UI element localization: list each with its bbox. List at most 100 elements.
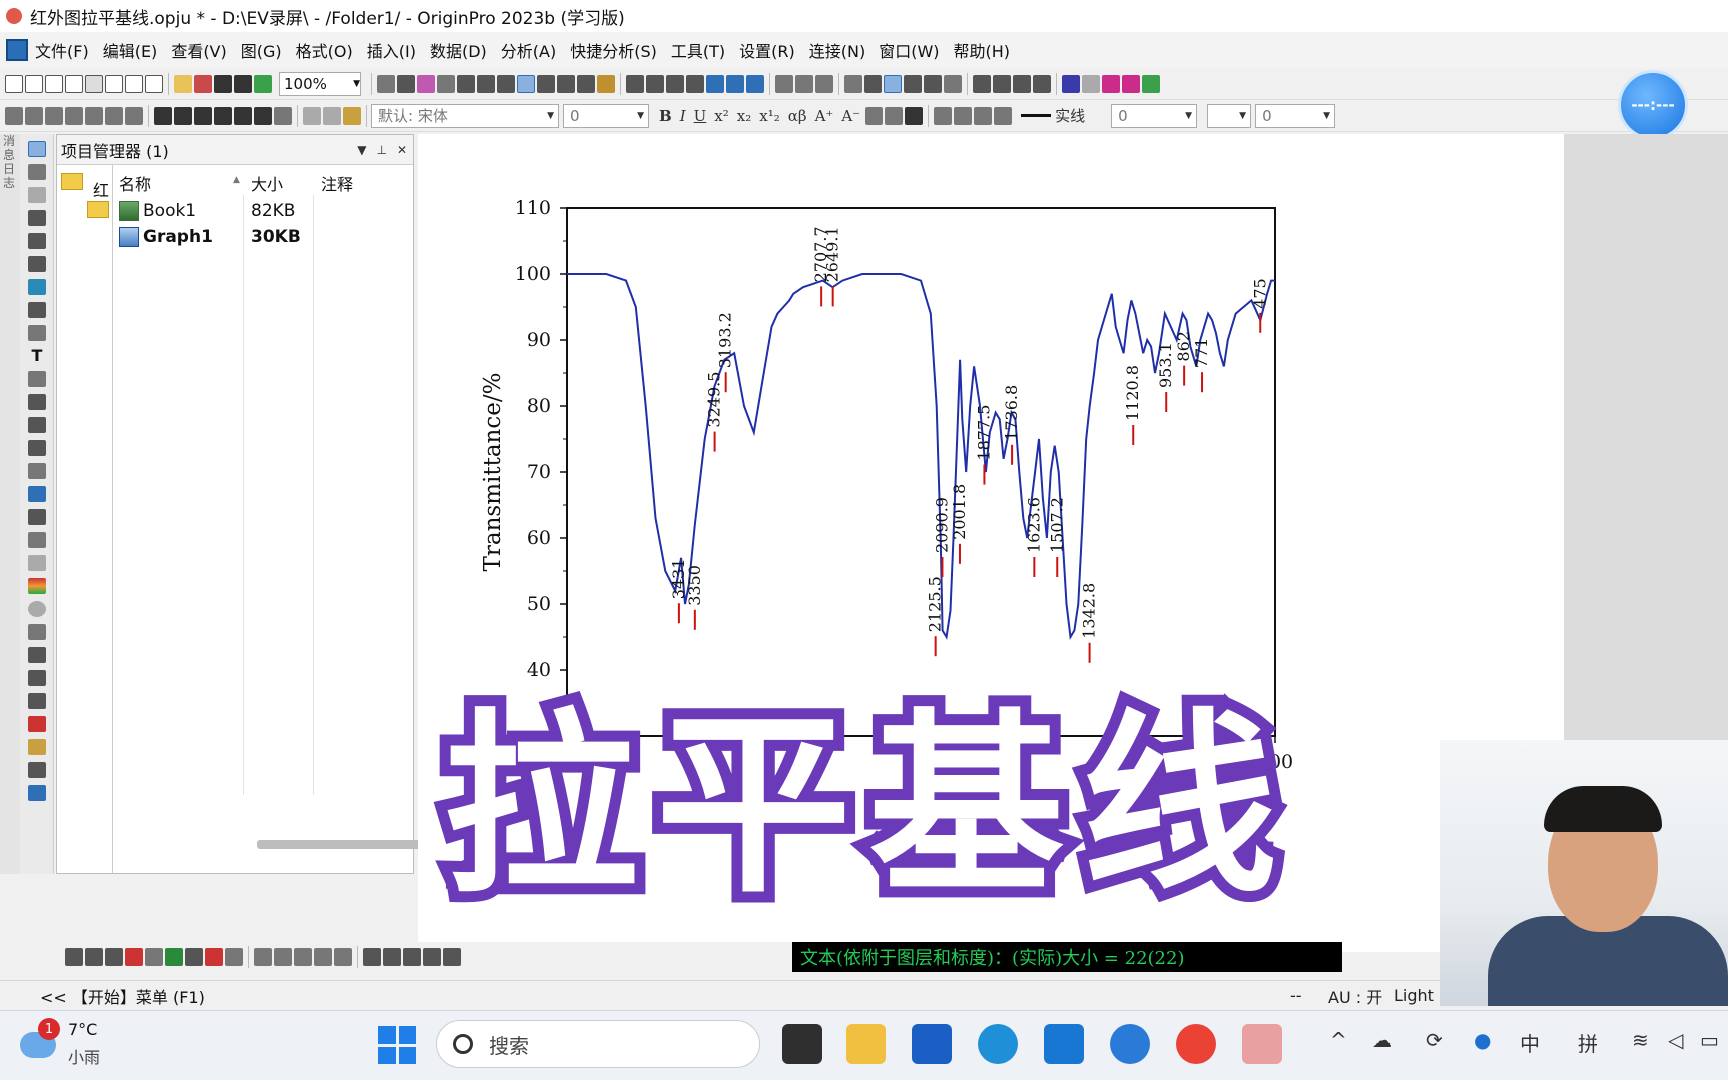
layer-contents-icon[interactable] [214,106,232,125]
menu-analysis[interactable]: 分析(A) [494,38,563,62]
surface-icon[interactable] [225,948,243,966]
math-tool-icon[interactable] [28,785,46,801]
duplicate-icon[interactable] [417,74,435,93]
wifi-icon[interactable]: ≋ [1632,1028,1649,1052]
screen-reader-icon[interactable] [28,233,46,249]
microphone-icon[interactable]: ● [1474,1028,1491,1052]
smart-hint-icon[interactable] [577,74,595,93]
menu-quick-analysis[interactable]: 快捷分析(S) [563,38,664,62]
line-plot-icon[interactable] [65,948,83,966]
cut-icon[interactable] [303,106,321,125]
set-column-values-icon[interactable] [666,74,684,93]
subfolder-icon[interactable] [87,201,109,218]
reapply-filter-icon[interactable] [815,74,833,93]
set-as-z-icon[interactable] [904,74,922,93]
area-plot-icon[interactable] [165,948,183,966]
annotation-icon[interactable] [28,371,46,387]
unmerge-icon[interactable] [1122,74,1140,93]
ime-language[interactable]: 中 [1520,1028,1540,1057]
quick-help-icon[interactable] [537,74,555,93]
lock-icon[interactable] [105,106,123,125]
column-chart-icon[interactable] [726,74,744,93]
results-log-icon[interactable] [457,74,475,93]
new-workbook-icon[interactable] [45,74,63,93]
tick-icon[interactable] [423,948,441,966]
menu-edit[interactable]: 编辑(E) [96,38,165,62]
template-icon[interactable] [254,948,272,966]
new-graph-icon[interactable] [65,74,83,93]
window-menu-icon[interactable] [6,39,28,61]
menu-window[interactable]: 窗口(W) [872,38,946,62]
command-window-icon[interactable] [477,74,495,93]
group-icon[interactable] [234,106,252,125]
axis-icon[interactable] [403,948,421,966]
font-color-icon[interactable] [905,106,924,125]
grid-icon[interactable] [294,948,312,966]
subscript-icon[interactable]: x₂ [737,107,751,125]
file-explorer-icon[interactable] [846,1024,886,1064]
list-item-book1[interactable]: Book1 82KB [119,199,399,223]
open-icon[interactable] [174,74,192,93]
data-selector-icon[interactable] [28,256,46,272]
fit-icon[interactable] [28,716,46,732]
text-tool-icon[interactable]: T [28,348,46,364]
scatter-icon[interactable] [28,325,46,341]
break-icon[interactable] [28,624,46,640]
add-column-icon[interactable] [686,74,704,93]
scatter-plot-icon[interactable] [85,948,103,966]
new-function-icon[interactable] [105,74,123,93]
pin-icon[interactable]: ⊥ [376,143,386,157]
arrange-icon[interactable] [274,106,292,125]
new-layout-icon[interactable] [125,74,143,93]
rescale-icon[interactable] [65,106,83,125]
table-plot-icon[interactable] [314,948,332,966]
move-icon[interactable] [28,532,46,548]
font-combo[interactable]: 默认: 宋体 ▼ [371,103,559,128]
new-folder-icon[interactable] [25,74,43,93]
list-item-graph1[interactable]: Graph1 30KB [119,225,399,249]
merge-icon[interactable] [1102,74,1120,93]
menu-data[interactable]: 数据(D) [423,38,494,62]
rescale-icon[interactable] [383,948,401,966]
multi-panel-icon[interactable] [205,948,223,966]
origin-taskbar-icon[interactable] [1242,1024,1282,1064]
bar-chart-icon[interactable] [706,74,724,93]
regional-mask-icon[interactable] [28,302,46,318]
color-combo[interactable]: ▼ [1207,103,1252,128]
myhp-icon[interactable] [1044,1024,1084,1064]
column-size[interactable]: 大小 [251,171,283,195]
print-icon[interactable] [377,74,395,93]
copy-icon[interactable] [323,106,341,125]
weather-widget[interactable]: 1 7°C 小雨 [20,1018,130,1074]
menu-view[interactable]: 查看(V) [164,38,233,62]
bold-icon[interactable]: B [659,107,672,125]
column-plot-icon[interactable] [125,948,143,966]
increase-font-icon[interactable]: A⁺ [815,107,834,125]
refresh-icon[interactable] [397,74,415,93]
task-view-icon[interactable] [782,1024,822,1064]
last-page-icon[interactable] [1033,74,1051,93]
root-folder-label[interactable]: 红 [93,177,109,201]
symbol-icon[interactable] [994,106,1013,125]
set-as-error-icon[interactable] [924,74,942,93]
set-as-y-icon[interactable] [884,74,902,93]
battery-icon[interactable]: ▭ [1700,1028,1719,1052]
project-explorer-icon[interactable] [497,74,515,93]
data-reader-icon[interactable] [28,210,46,226]
menu-help[interactable]: 帮助(H) [947,38,1018,62]
super-sub-icon[interactable]: x¹₂ [759,107,780,125]
sort-icon[interactable] [646,74,664,93]
save-icon[interactable] [214,74,232,93]
apps-gallery-icon[interactable] [597,74,615,93]
color-scale-icon[interactable] [28,578,46,594]
menu-format[interactable]: 格式(O) [289,38,360,62]
volume-icon[interactable]: ◁ [1668,1028,1683,1052]
align-icon[interactable] [865,106,884,125]
fill-color-icon[interactable] [934,106,953,125]
speed-mode-icon[interactable] [363,948,381,966]
unmask-icon[interactable] [1082,74,1100,93]
new-project-icon[interactable] [5,74,23,93]
column-statistics-icon[interactable] [626,74,644,93]
color-map-icon[interactable] [254,106,272,125]
undo-icon[interactable] [125,106,143,125]
